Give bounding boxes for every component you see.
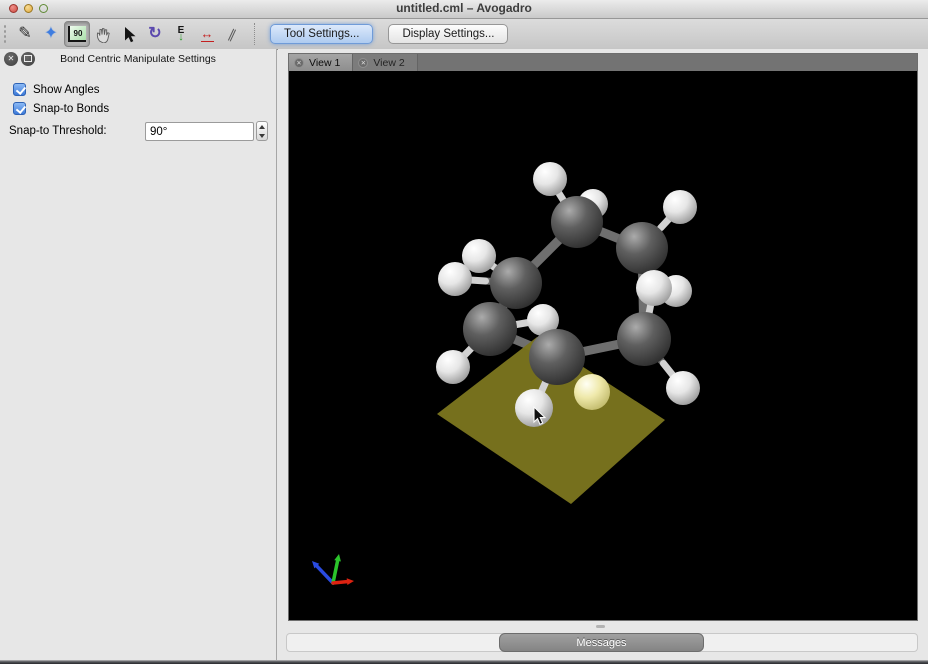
tab-view-1[interactable]: ✕ View 1 <box>289 54 353 71</box>
auto-rotate-tool-icon: ↻ <box>148 26 161 42</box>
selection-tool-button[interactable] <box>116 21 142 47</box>
manipulate-tool-icon <box>94 25 112 43</box>
spinner-down-icon <box>259 134 265 138</box>
align-tool-button[interactable]: ∥ <box>220 21 246 47</box>
view-tab-widget: ✕ View 1 ✕ View 2 <box>288 53 918 621</box>
avogadro-window: untitled.cml – Avogadro ✎ ✦ 90 ↻ E↓ ↔ ∥ … <box>0 0 928 664</box>
atom-H[interactable] <box>438 262 472 296</box>
selection-tool-icon <box>120 25 138 43</box>
atom-C[interactable] <box>490 257 542 309</box>
tab-view-2-label: View 2 <box>373 57 404 69</box>
snap-threshold-input[interactable] <box>145 122 254 141</box>
show-angles-label: Show Angles <box>33 84 100 96</box>
window-title: untitled.cml – Avogadro <box>0 0 928 17</box>
atom-H[interactable] <box>663 190 697 224</box>
display-settings-button[interactable]: Display Settings... <box>388 24 508 44</box>
show-angles-row: Show Angles <box>13 82 100 97</box>
spinner-down-button[interactable] <box>257 131 267 140</box>
atom-H[interactable] <box>636 270 672 306</box>
axis-arrow <box>333 561 338 583</box>
tab-close-icon[interactable]: ✕ <box>358 58 368 68</box>
window-bottom-edge <box>0 660 928 664</box>
panel-header: ✕ Bond Centric Manipulate Settings <box>0 49 276 70</box>
axis-arrow <box>333 582 347 583</box>
panel-title: Bond Centric Manipulate Settings <box>0 49 276 70</box>
tab-close-icon[interactable]: ✕ <box>294 58 304 68</box>
snap-threshold-label: Snap-to Threshold: <box>9 125 107 137</box>
draw-tool-icon: ✎ <box>18 26 31 42</box>
toolbar: ✎ ✦ 90 ↻ E↓ ↔ ∥ Tool Settings... Display… <box>0 19 928 50</box>
molecule-scene[interactable] <box>289 71 917 620</box>
measure-tool-icon: ↔ <box>201 27 214 42</box>
bond-centric-manipulate-tool-icon: 90 <box>68 26 86 42</box>
auto-rotate-tool-button[interactable]: ↻ <box>142 21 168 47</box>
spinner-up-icon <box>259 125 265 129</box>
atom-C[interactable] <box>551 196 603 248</box>
toolbar-separator <box>254 23 255 45</box>
minimize-window-button[interactable] <box>24 4 33 13</box>
titlebar: untitled.cml – Avogadro <box>0 0 928 19</box>
view-tabbar: ✕ View 1 ✕ View 2 <box>289 54 917 71</box>
atom-H[interactable] <box>666 371 700 405</box>
show-angles-checkbox[interactable] <box>13 83 26 96</box>
snap-to-bonds-checkbox[interactable] <box>13 102 26 115</box>
central-area: ✕ View 1 ✕ View 2 <box>278 49 928 660</box>
atom-HY[interactable] <box>574 374 610 410</box>
bond-centric-manipulate-tool-button[interactable]: 90 <box>64 21 90 47</box>
messages-button[interactable]: Messages <box>499 633 704 652</box>
manipulate-tool-button[interactable] <box>90 21 116 47</box>
panel-float-icon[interactable] <box>21 52 35 66</box>
close-window-button[interactable] <box>9 4 18 13</box>
atom-C[interactable] <box>616 222 668 274</box>
float-square-glyph <box>24 55 32 62</box>
navigate-tool-icon: ✦ <box>44 26 57 42</box>
tool-settings-label: Tool Settings... <box>284 28 359 40</box>
align-tool-icon: ∥ <box>227 27 239 42</box>
measure-tool-button[interactable]: ↔ <box>194 21 220 47</box>
snap-threshold-spinner <box>256 121 268 141</box>
draw-tool-button[interactable]: ✎ <box>12 21 38 47</box>
atom-H[interactable] <box>533 162 567 196</box>
3d-viewport[interactable] <box>289 71 917 620</box>
tab-view-2[interactable]: ✕ View 2 <box>353 54 417 71</box>
atom-C[interactable] <box>463 302 517 356</box>
panel-close-icon[interactable]: ✕ <box>4 52 18 66</box>
snap-threshold-row: Snap-to Threshold: <box>0 121 277 142</box>
zoom-window-button[interactable] <box>39 4 48 13</box>
snap-to-bonds-label: Snap-to Bonds <box>33 103 109 115</box>
display-settings-label: Display Settings... <box>402 28 494 40</box>
auto-optimize-tool-button[interactable]: E↓ <box>168 21 194 47</box>
auto-optimize-tool-icon: E↓ <box>178 27 185 41</box>
tab-view-1-label: View 1 <box>309 57 340 69</box>
axis-arrowhead <box>347 578 354 585</box>
atom-C[interactable] <box>529 329 585 385</box>
messages-splitter-handle[interactable] <box>596 625 605 628</box>
tool-settings-panel: ✕ Bond Centric Manipulate Settings Show … <box>0 49 277 660</box>
atom-C[interactable] <box>617 312 671 366</box>
navigate-tool-button[interactable]: ✦ <box>38 21 64 47</box>
atom-H[interactable] <box>436 350 470 384</box>
toolbar-grip-handle[interactable] <box>3 24 8 44</box>
snap-to-bonds-row: Snap-to Bonds <box>13 101 109 116</box>
axis-arrow <box>317 566 333 583</box>
spinner-up-button[interactable] <box>257 122 267 131</box>
tool-settings-button[interactable]: Tool Settings... <box>270 24 373 44</box>
axis-arrowhead <box>334 554 341 562</box>
